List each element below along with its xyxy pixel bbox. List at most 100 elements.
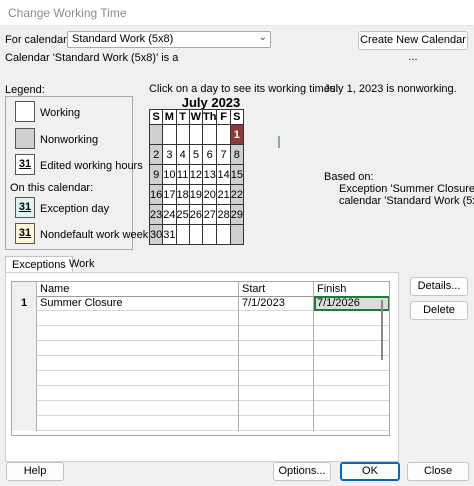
options-button[interactable]: Options... — [273, 462, 331, 481]
calendar-day[interactable]: 15 — [229, 164, 244, 185]
tab-work-weeks[interactable]: Work Weeks — [63, 256, 108, 286]
exception-finish-cell[interactable] — [314, 341, 389, 356]
column-header-name[interactable]: Name — [37, 282, 239, 297]
row-number[interactable] — [12, 311, 37, 326]
column-header-start[interactable]: Start — [239, 282, 314, 297]
table-row[interactable]: 1 Summer Closure 7/1/2023 7/1/2026 — [12, 296, 389, 311]
exception-start-cell[interactable]: 7/1/2023 — [239, 296, 314, 311]
exception-finish-cell[interactable] — [314, 416, 389, 431]
exception-start-cell[interactable] — [239, 356, 314, 371]
calendar-day[interactable]: 8 — [229, 144, 244, 165]
exception-start-cell[interactable] — [239, 386, 314, 401]
calendar-day[interactable]: 31 — [162, 224, 177, 245]
calendar-day[interactable]: 17 — [162, 184, 177, 205]
exception-name-cell[interactable] — [37, 416, 239, 431]
calendar-day[interactable]: 13 — [201, 164, 218, 185]
calendar-day[interactable]: 14 — [216, 164, 231, 185]
ok-button[interactable]: OK — [340, 462, 400, 481]
on-this-calendar-label: On this calendar: — [10, 182, 94, 194]
exception-name-cell[interactable] — [37, 401, 239, 416]
calendar-day[interactable]: 27 — [201, 204, 218, 225]
exception-start-cell[interactable] — [239, 311, 314, 326]
close-button[interactable]: Close — [407, 462, 469, 481]
exception-finish-cell[interactable] — [314, 371, 389, 386]
exception-name-cell[interactable] — [37, 371, 239, 386]
exception-finish-cell[interactable] — [314, 326, 389, 341]
exception-start-cell[interactable] — [239, 401, 314, 416]
row-number[interactable] — [12, 356, 37, 371]
exception-finish-cell[interactable] — [314, 386, 389, 401]
exception-name-cell[interactable] — [37, 386, 239, 401]
exception-start-cell[interactable] — [239, 326, 314, 341]
calendar-select[interactable]: Standard Work (5x8) ⌄ — [67, 31, 271, 48]
calendar-day[interactable]: 29 — [229, 204, 244, 225]
day-status-text: July 1, 2023 is nonworking. — [324, 83, 457, 95]
calendar-day[interactable]: 16 — [148, 184, 164, 205]
calendar-day[interactable]: 30 — [148, 224, 164, 245]
calendar-day[interactable]: 11 — [175, 164, 190, 185]
window-title: Change Working Time — [8, 6, 127, 20]
row-number[interactable] — [12, 371, 37, 386]
calendar-day[interactable]: 20 — [201, 184, 218, 205]
calendar-day[interactable]: 10 — [162, 164, 177, 185]
calendar-day[interactable]: 3 — [162, 144, 177, 165]
details-button[interactable]: Details... — [410, 277, 468, 296]
create-new-calendar-button[interactable]: Create New Calendar ... — [358, 31, 468, 63]
legend-title: Legend: — [5, 84, 45, 96]
calendar-day[interactable]: 23 — [148, 204, 164, 225]
row-number[interactable] — [12, 326, 37, 341]
exception-name-cell[interactable] — [37, 311, 239, 326]
row-number[interactable] — [12, 416, 37, 431]
table-scrollbar[interactable] — [381, 300, 383, 360]
table-row[interactable] — [12, 416, 389, 431]
row-number[interactable] — [12, 386, 37, 401]
table-row[interactable] — [12, 341, 389, 356]
calendar-day[interactable]: 18 — [175, 184, 190, 205]
exception-finish-cell[interactable] — [314, 311, 389, 326]
legend-edited: Edited working hours — [40, 160, 143, 172]
exception-start-cell[interactable] — [239, 341, 314, 356]
exception-day-swatch: 31 — [15, 197, 35, 218]
table-row[interactable] — [12, 326, 389, 341]
help-button[interactable]: Help — [6, 462, 64, 481]
calendar-empty-cell — [201, 124, 218, 145]
exception-name-cell[interactable]: Summer Closure — [37, 296, 239, 311]
calendar-day[interactable]: 19 — [188, 184, 204, 205]
table-row[interactable] — [12, 311, 389, 326]
exception-start-cell[interactable] — [239, 371, 314, 386]
delete-button[interactable]: Delete — [410, 301, 468, 320]
exception-finish-cell[interactable]: 7/1/2026 — [314, 296, 389, 311]
row-number[interactable] — [12, 341, 37, 356]
table-row[interactable] — [12, 401, 389, 416]
exception-start-cell[interactable] — [239, 416, 314, 431]
calendar-day[interactable]: 25 — [175, 204, 190, 225]
calendar-day[interactable]: 26 — [188, 204, 204, 225]
calendar-day[interactable]: 4 — [175, 144, 190, 165]
calendar-day[interactable]: 22 — [229, 184, 244, 205]
calendar-day[interactable]: 12 — [188, 164, 204, 185]
exceptions-table[interactable]: Name Start Finish 1 Summer Closure 7/1/2… — [11, 281, 390, 436]
calendar-day[interactable]: 7 — [216, 144, 231, 165]
calendar-day[interactable]: 2 — [148, 144, 164, 165]
calendar-instruction: Click on a day to see its working times: — [149, 83, 339, 95]
row-number[interactable]: 1 — [12, 296, 37, 311]
calendar-day[interactable]: 6 — [201, 144, 218, 165]
exception-name-cell[interactable] — [37, 341, 239, 356]
table-row[interactable] — [12, 371, 389, 386]
calendar-day[interactable]: 28 — [216, 204, 231, 225]
calendar-day[interactable]: 9 — [148, 164, 164, 185]
row-number[interactable] — [12, 401, 37, 416]
table-row[interactable] — [12, 356, 389, 371]
exception-finish-cell[interactable] — [314, 401, 389, 416]
exception-finish-cell[interactable] — [314, 356, 389, 371]
calendar-day[interactable]: 21 — [216, 184, 231, 205]
based-on-detail-2: calendar 'Standard Work (5x8)'. — [339, 195, 474, 207]
calendar-day[interactable]: 5 — [188, 144, 204, 165]
exception-name-cell[interactable] — [37, 356, 239, 371]
calendar-day[interactable]: 1 — [229, 124, 244, 145]
calendar-day[interactable]: 24 — [162, 204, 177, 225]
exception-name-cell[interactable] — [37, 326, 239, 341]
column-header-finish[interactable]: Finish — [314, 282, 389, 297]
based-on-label: Based on: — [324, 171, 374, 183]
table-row[interactable] — [12, 386, 389, 401]
